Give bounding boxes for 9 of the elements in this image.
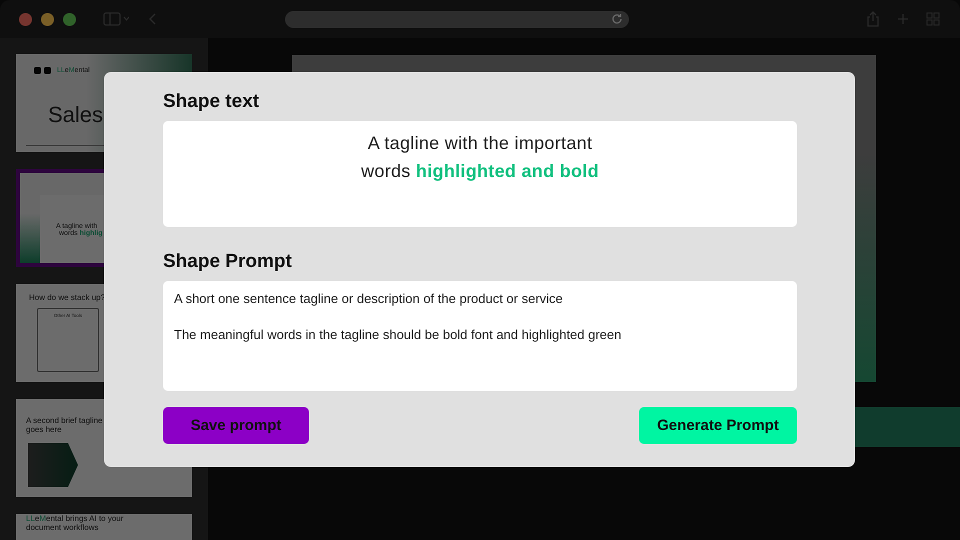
preview-text: words highlighted and bold — [361, 160, 599, 183]
section-title: Shape text — [163, 91, 260, 113]
prompt-text: A short one sentence tagline or description of the product or service — [174, 291, 563, 306]
slide-title: LLeMental brings AI to your document workflows — [26, 515, 124, 533]
preview-text: A tagline with the important — [368, 132, 592, 155]
slide-title: A second brief tagline goes here — [26, 417, 104, 435]
slide-title: Sales — [48, 102, 104, 128]
prompt-text: The meaningful words in the tagline should be bold font and highlighted green — [174, 327, 622, 342]
section-title: Shape Prompt — [163, 251, 292, 273]
